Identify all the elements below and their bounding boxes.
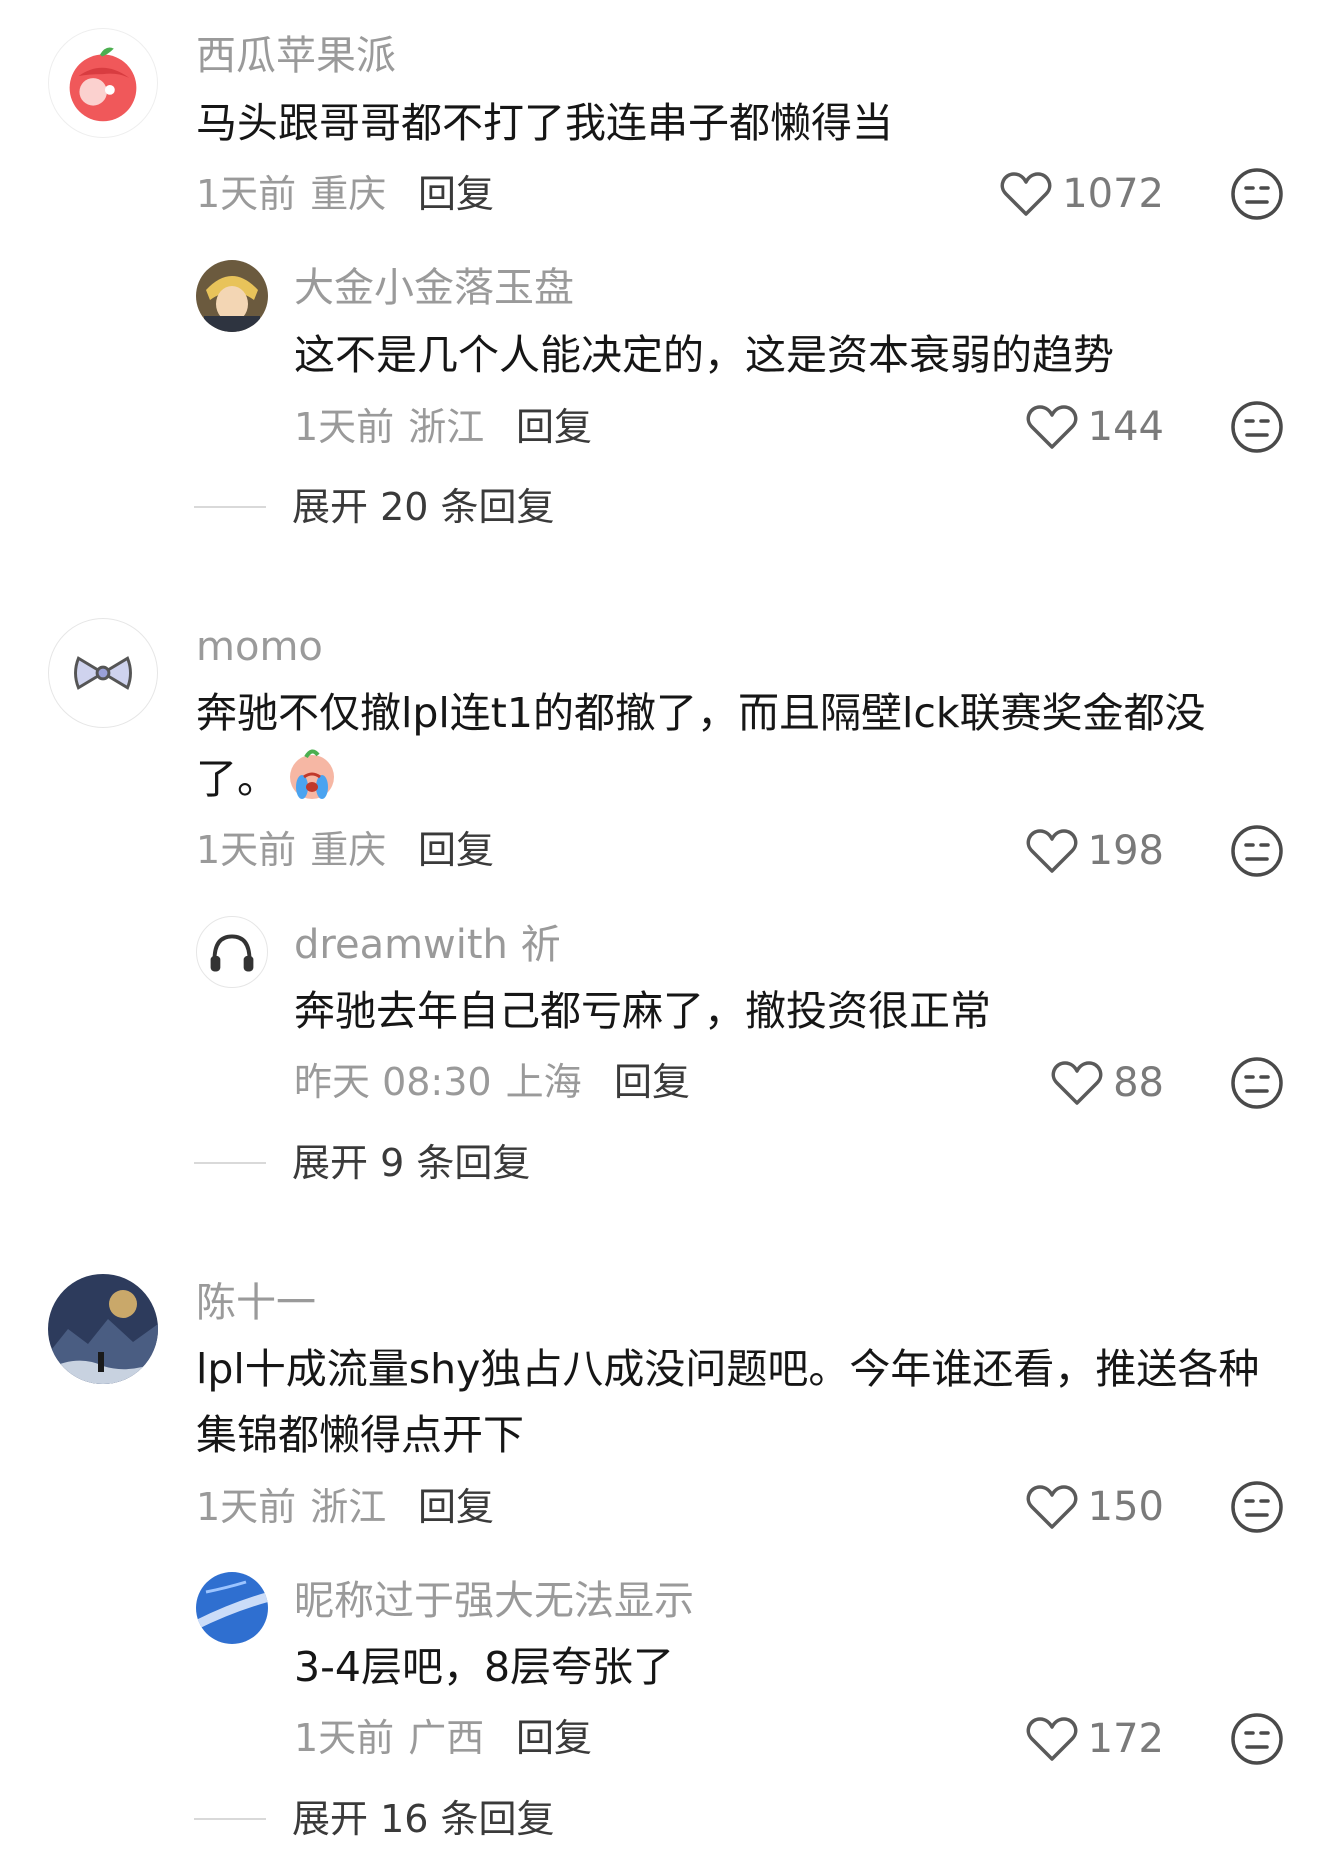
like-button[interactable]: 88 <box>1051 1056 1164 1110</box>
divider-line <box>194 1162 266 1164</box>
reply-button[interactable]: 回复 <box>418 831 494 869</box>
heart-outline-icon <box>1000 172 1052 216</box>
divider-line <box>194 1818 266 1820</box>
avatar[interactable] <box>48 1274 158 1384</box>
comment-text: lpl十成流量shy独占八成没问题吧。今年谁还看，推送各种集锦都懒得点开下 <box>196 1345 1260 1459</box>
comment-text: 奔驰不仅撤lpl连t1的都撤了，而且隔壁lck联赛奖金都没了。 <box>196 680 1276 812</box>
reply-time: 1天前 <box>294 405 395 449</box>
expand-replies-label: 展开 20 条回复 <box>292 485 555 529</box>
crying-emoji-icon <box>290 749 334 799</box>
comment-location: 重庆 <box>310 172 387 216</box>
expand-replies-button[interactable]: 展开 20 条回复 <box>194 482 555 532</box>
expand-replies-button[interactable]: 展开 16 条回复 <box>194 1794 555 1844</box>
reply-button[interactable]: 回复 <box>614 1063 690 1101</box>
bow-avatar-icon <box>74 656 132 690</box>
neutral-face-icon[interactable] <box>1230 1480 1284 1534</box>
comment-meta: 1天前 浙江 <box>196 1488 386 1526</box>
reply-text: 奔驰去年自己都亏麻了，撤投资很正常 <box>294 987 991 1035</box>
reply-username[interactable]: 大金小金落玉盘 <box>294 268 574 308</box>
reply-meta: 1天前 广西 <box>294 1719 484 1757</box>
reply-time: 昨天 08:30 <box>294 1060 492 1104</box>
comment-time: 1天前 <box>196 172 297 216</box>
heart-outline-icon <box>1026 1485 1078 1529</box>
neutral-face-icon[interactable] <box>1230 400 1284 454</box>
reply-location: 广西 <box>408 1716 485 1760</box>
fantasy-landscape-avatar-icon <box>48 1274 158 1384</box>
comment-username[interactable]: momo <box>196 627 323 667</box>
expand-replies-label: 展开 9 条回复 <box>292 1141 531 1185</box>
comment-username[interactable]: 陈十一 <box>196 1283 316 1323</box>
reply-location: 上海 <box>505 1060 582 1104</box>
like-button[interactable]: 1072 <box>1000 167 1164 221</box>
reply-meta: 1天前 浙江 <box>294 408 484 446</box>
comment-time: 1天前 <box>196 828 297 872</box>
reply-username[interactable]: 昵称过于强大无法显示 <box>294 1581 694 1621</box>
blue-sky-avatar-icon <box>196 1572 268 1644</box>
comment-time: 1天前 <box>196 1485 297 1529</box>
anime-character-avatar-icon <box>196 260 268 332</box>
comment-location: 重庆 <box>310 828 387 872</box>
headphones-avatar-icon <box>210 934 254 972</box>
neutral-face-icon[interactable] <box>1230 1712 1284 1766</box>
like-count: 172 <box>1087 1716 1164 1762</box>
like-button[interactable]: 172 <box>1026 1712 1164 1766</box>
reply-text: 3-4层吧，8层夸张了 <box>294 1643 675 1691</box>
neutral-face-icon[interactable] <box>1230 167 1284 221</box>
neutral-face-icon[interactable] <box>1230 1056 1284 1110</box>
like-button[interactable]: 144 <box>1026 400 1164 454</box>
comment-meta: 1天前 重庆 <box>196 831 386 869</box>
expand-replies-label: 展开 16 条回复 <box>292 1797 555 1841</box>
comment-text-body: 奔驰不仅撤lpl连t1的都撤了，而且隔壁lck联赛奖金都没了。 <box>196 689 1206 803</box>
red-apple-character-avatar-icon <box>69 47 137 122</box>
comment-username[interactable]: 西瓜苹果派 <box>196 36 396 76</box>
comment-text: 马头跟哥哥都不打了我连串子都懒得当 <box>196 99 893 147</box>
reply-button[interactable]: 回复 <box>418 175 494 213</box>
heart-outline-icon <box>1051 1061 1103 1105</box>
heart-outline-icon <box>1026 829 1078 873</box>
like-count: 88 <box>1113 1060 1164 1106</box>
avatar[interactable] <box>196 260 268 332</box>
avatar[interactable] <box>196 1572 268 1644</box>
neutral-face-icon[interactable] <box>1230 824 1284 878</box>
like-button[interactable]: 198 <box>1026 824 1164 878</box>
avatar[interactable] <box>196 916 268 988</box>
comment-location: 浙江 <box>310 1485 387 1529</box>
like-count: 150 <box>1087 1484 1164 1530</box>
comment-meta: 1天前 重庆 <box>196 175 386 213</box>
avatar[interactable] <box>48 28 158 138</box>
like-button[interactable]: 150 <box>1026 1480 1164 1534</box>
like-count: 1072 <box>1062 171 1164 217</box>
divider-line <box>194 506 266 508</box>
like-count: 198 <box>1087 828 1164 874</box>
reply-button[interactable]: 回复 <box>516 1719 592 1757</box>
reply-time: 1天前 <box>294 1716 395 1760</box>
reply-button[interactable]: 回复 <box>516 408 592 446</box>
heart-outline-icon <box>1026 1717 1078 1761</box>
expand-replies-button[interactable]: 展开 9 条回复 <box>194 1138 530 1188</box>
reply-button[interactable]: 回复 <box>418 1488 494 1526</box>
reply-text: 这不是几个人能决定的，这是资本衰弱的趋势 <box>294 331 1114 379</box>
reply-username[interactable]: dreamwith 祈 <box>294 925 561 965</box>
like-count: 144 <box>1087 404 1164 450</box>
heart-outline-icon <box>1026 405 1078 449</box>
avatar[interactable] <box>48 618 158 728</box>
reply-meta: 昨天 08:30 上海 <box>294 1063 582 1101</box>
reply-location: 浙江 <box>408 405 485 449</box>
